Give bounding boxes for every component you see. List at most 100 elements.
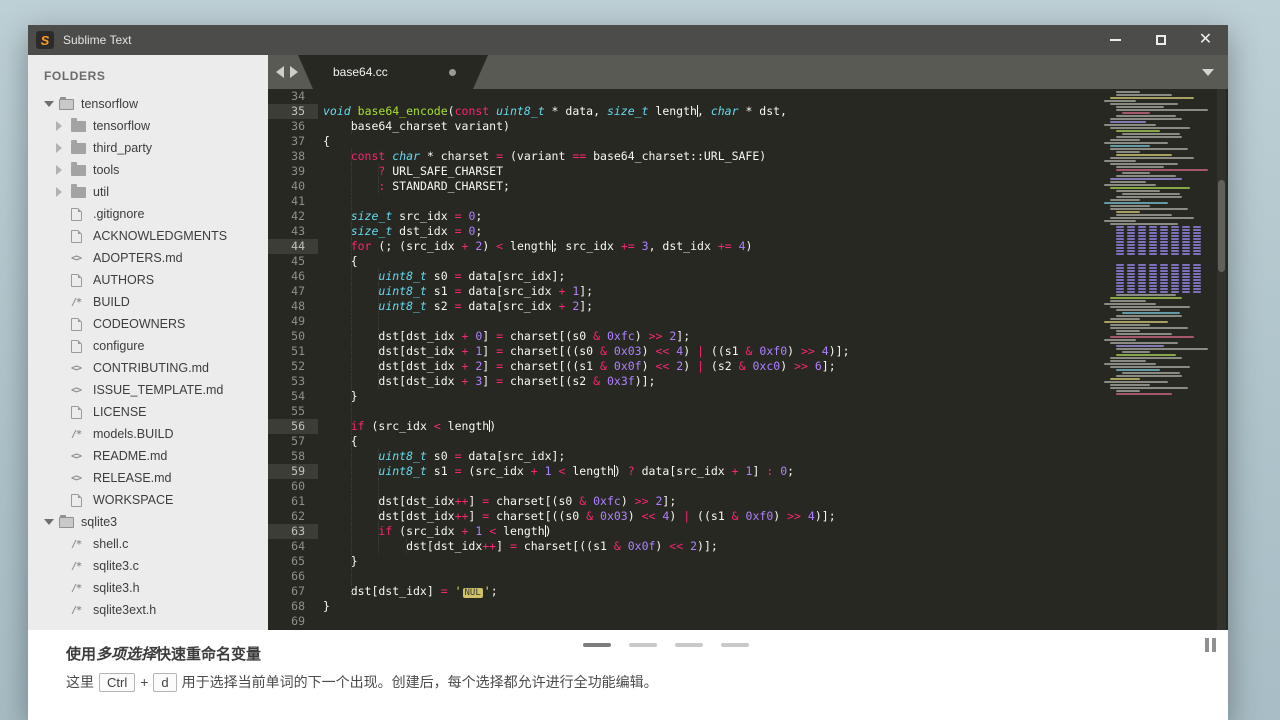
minimap-row bbox=[1110, 387, 1188, 389]
sidebar-item-issue-template-md[interactable]: <>ISSUE_TEMPLATE.md bbox=[28, 379, 268, 401]
code-line-41[interactable]: 41 bbox=[268, 194, 1228, 209]
close-button[interactable]: ✕ bbox=[1183, 25, 1228, 55]
code-line-49[interactable]: 49 bbox=[268, 314, 1228, 329]
minimap-row bbox=[1182, 288, 1190, 290]
sidebar-item-tensorflow[interactable]: tensorflow bbox=[28, 93, 268, 115]
code-line-40[interactable]: 40 : STANDARD_CHARSET; bbox=[268, 179, 1228, 194]
code-line-57[interactable]: 57 { bbox=[268, 434, 1228, 449]
sidebar-item-sqlite3[interactable]: sqlite3 bbox=[28, 511, 268, 533]
code-line-35[interactable]: 35void base64_encode(const uint8_t * dat… bbox=[268, 104, 1228, 119]
title-bar[interactable]: S Sublime Text ✕ bbox=[28, 25, 1228, 55]
progress-dash-2[interactable] bbox=[629, 643, 657, 647]
code-line-53[interactable]: 53 dst[dst_idx + 3] = charset[(s2 & 0x3f… bbox=[268, 374, 1228, 389]
progress-dash-3[interactable] bbox=[675, 643, 703, 647]
line-number: 51 bbox=[268, 344, 318, 359]
sidebar-item-contributing-md[interactable]: <>CONTRIBUTING.md bbox=[28, 357, 268, 379]
code-line-48[interactable]: 48 uint8_t s2 = data[src_idx + 2]; bbox=[268, 299, 1228, 314]
code-line-38[interactable]: 38 const char * charset = (variant == ba… bbox=[268, 149, 1228, 164]
sidebar-item-authors[interactable]: AUTHORS bbox=[28, 269, 268, 291]
caret-right-icon[interactable] bbox=[56, 187, 71, 197]
code-line-64[interactable]: 64 dst[dst_idx++] = charset[((s1 & 0x0f)… bbox=[268, 539, 1228, 554]
maximize-button[interactable] bbox=[1138, 25, 1183, 55]
sidebar-item-sqlite3ext-h[interactable]: /*sqlite3ext.h bbox=[28, 599, 268, 621]
caret-down-icon[interactable] bbox=[44, 519, 59, 525]
code-line-56[interactable]: 56 if (src_idx < length) bbox=[268, 419, 1228, 434]
minimap-row bbox=[1104, 363, 1156, 365]
sidebar-item-workspace[interactable]: WORKSPACE bbox=[28, 489, 268, 511]
sidebar-item-sqlite3-c[interactable]: /*sqlite3.c bbox=[28, 555, 268, 577]
code-line-63[interactable]: 63 if (src_idx + 1 < length) bbox=[268, 524, 1228, 539]
minimap-row bbox=[1127, 253, 1135, 255]
tab-base64cc[interactable]: base64.cc bbox=[298, 55, 488, 89]
code-line-52[interactable]: 52 dst[dst_idx + 2] = charset[((s1 & 0x0… bbox=[268, 359, 1228, 374]
minimap-row bbox=[1138, 288, 1146, 290]
sidebar-item-codeowners[interactable]: CODEOWNERS bbox=[28, 313, 268, 335]
tab-overflow-icon[interactable] bbox=[1202, 69, 1214, 76]
indent-guide bbox=[378, 269, 379, 284]
code-line-65[interactable]: 65 } bbox=[268, 554, 1228, 569]
caret-down-icon[interactable] bbox=[44, 101, 59, 107]
progress-dash-4[interactable] bbox=[721, 643, 749, 647]
code-line-60[interactable]: 60 bbox=[268, 479, 1228, 494]
caret-right-icon[interactable] bbox=[56, 143, 71, 153]
sidebar-item-shell-c[interactable]: /*shell.c bbox=[28, 533, 268, 555]
code-line-46[interactable]: 46 uint8_t s0 = data[src_idx]; bbox=[268, 269, 1228, 284]
code-line-37[interactable]: 37{ bbox=[268, 134, 1228, 149]
sidebar-item-configure[interactable]: configure bbox=[28, 335, 268, 357]
pause-icon[interactable] bbox=[1205, 638, 1216, 652]
minimize-button[interactable] bbox=[1093, 25, 1138, 55]
sidebar-item-tensorflow[interactable]: tensorflow bbox=[28, 115, 268, 137]
caret-right-icon[interactable] bbox=[56, 121, 71, 131]
code-text: } bbox=[323, 554, 358, 569]
sidebar-item-adopters-md[interactable]: <>ADOPTERS.md bbox=[28, 247, 268, 269]
sidebar-item--gitignore[interactable]: .gitignore bbox=[28, 203, 268, 225]
code-line-43[interactable]: 43 size_t dst_idx = 0; bbox=[268, 224, 1228, 239]
code-line-36[interactable]: 36 base64_charset variant) bbox=[268, 119, 1228, 134]
line-number: 43 bbox=[268, 224, 318, 239]
scrollbar-track[interactable] bbox=[1217, 89, 1226, 630]
tab-next-icon[interactable] bbox=[290, 66, 298, 78]
code-line-34[interactable]: 34 bbox=[268, 89, 1228, 104]
code-line-62[interactable]: 62 dst[dst_idx++] = charset[((s0 & 0x03)… bbox=[268, 509, 1228, 524]
sidebar-item-acknowledgments[interactable]: ACKNOWLEDGMENTS bbox=[28, 225, 268, 247]
minimap-row bbox=[1116, 109, 1208, 111]
sidebar-item-build[interactable]: /*BUILD bbox=[28, 291, 268, 313]
sidebar-item-models-build[interactable]: /*models.BUILD bbox=[28, 423, 268, 445]
sidebar-item-license[interactable]: LICENSE bbox=[28, 401, 268, 423]
minimap-row bbox=[1138, 282, 1146, 284]
minimap-row bbox=[1160, 244, 1168, 246]
code-line-47[interactable]: 47 uint8_t s1 = data[src_idx + 1]; bbox=[268, 284, 1228, 299]
sidebar-item-sqlite3-h[interactable]: /*sqlite3.h bbox=[28, 577, 268, 599]
sidebar-item-tools[interactable]: tools bbox=[28, 159, 268, 181]
code-line-45[interactable]: 45 { bbox=[268, 254, 1228, 269]
code-line-39[interactable]: 39 ? URL_SAFE_CHARSET bbox=[268, 164, 1228, 179]
minimap-row bbox=[1149, 247, 1157, 249]
caret-right-icon[interactable] bbox=[56, 165, 71, 175]
sidebar-item-third-party[interactable]: third_party bbox=[28, 137, 268, 159]
code-line-55[interactable]: 55 bbox=[268, 404, 1228, 419]
minimap-row bbox=[1138, 276, 1146, 278]
tab-prev-icon[interactable] bbox=[276, 66, 284, 78]
code-line-58[interactable]: 58 uint8_t s0 = data[src_idx]; bbox=[268, 449, 1228, 464]
sidebar-item-release-md[interactable]: <>RELEASE.md bbox=[28, 467, 268, 489]
code-editor[interactable]: 3435void base64_encode(const uint8_t * d… bbox=[268, 89, 1228, 630]
code-line-66[interactable]: 66 bbox=[268, 569, 1228, 584]
code-line-44[interactable]: 44 for (; (src_idx + 2) < length; src_id… bbox=[268, 239, 1228, 254]
code-line-68[interactable]: 68} bbox=[268, 599, 1228, 614]
code-line-69[interactable]: 69 bbox=[268, 614, 1228, 629]
sidebar-item-readme-md[interactable]: <>README.md bbox=[28, 445, 268, 467]
sidebar-item-util[interactable]: util bbox=[28, 181, 268, 203]
code-line-67[interactable]: 67 dst[dst_idx] = 'NUL'; bbox=[268, 584, 1228, 599]
code-line-50[interactable]: 50 dst[dst_idx + 0] = charset[(s0 & 0xfc… bbox=[268, 329, 1228, 344]
scrollbar-thumb[interactable] bbox=[1218, 180, 1225, 272]
minimap[interactable] bbox=[1102, 89, 1216, 630]
code-line-54[interactable]: 54 } bbox=[268, 389, 1228, 404]
minimap-row bbox=[1171, 229, 1179, 231]
code-text: dst[dst_idx + 0] = charset[(s0 & 0xfc) >… bbox=[323, 329, 690, 344]
file-icon bbox=[71, 340, 93, 353]
code-line-51[interactable]: 51 dst[dst_idx + 1] = charset[((s0 & 0x0… bbox=[268, 344, 1228, 359]
progress-dash-1[interactable] bbox=[583, 643, 611, 647]
code-line-61[interactable]: 61 dst[dst_idx++] = charset[(s0 & 0xfc) … bbox=[268, 494, 1228, 509]
code-line-59[interactable]: 59 uint8_t s1 = (src_idx + 1 < length) ?… bbox=[268, 464, 1228, 479]
code-line-42[interactable]: 42 size_t src_idx = 0; bbox=[268, 209, 1228, 224]
